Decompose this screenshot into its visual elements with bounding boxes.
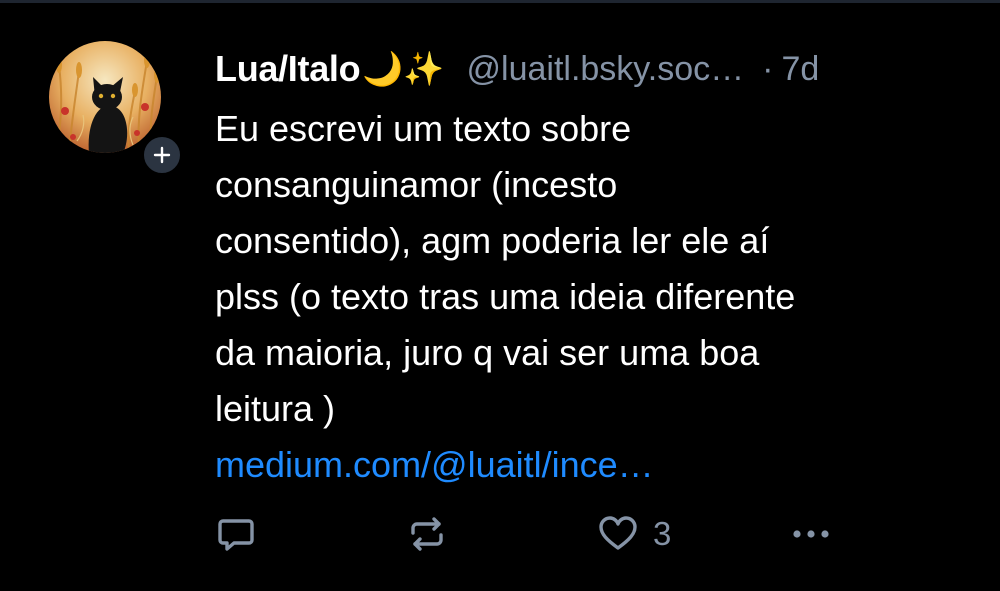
post-body: Lua/Italo 🌙✨ @luaitl.bsky.soc… · 7d Eu e… [215,44,975,493]
post-actions: 3 [215,510,845,558]
more-dots-icon [793,530,829,538]
reply-button[interactable] [215,510,257,558]
avatar[interactable] [49,41,161,153]
author-name-emoji: 🌙✨ [362,49,445,87]
time-separator: · [762,49,774,88]
plus-icon [153,146,171,164]
post-text-line: plss (o texto tras uma ideia diferente [215,276,796,317]
post-text-line: consentido), agm poderia ler ele aí [215,220,770,261]
post-text-line: consanguinamor (incesto [215,164,618,205]
post-link[interactable]: medium.com/@luaitl/ince… [215,437,960,493]
author-display-name[interactable]: Lua/Italo [215,48,361,90]
avatar-black-cat-in-wheat-field-icon [49,41,161,153]
post-timestamp[interactable]: 7d [781,50,819,89]
post-header: Lua/Italo 🌙✨ @luaitl.bsky.soc… · 7d [215,44,975,94]
post-text-line: Eu escrevi um texto sobre [215,108,632,149]
post-text-line: da maioria, juro q vai ser uma boa [215,332,760,373]
more-options-button[interactable] [787,510,835,558]
heart-icon [599,516,637,550]
post-text-line: leitura ) [215,388,336,429]
post-text: Eu escrevi um texto sobre consanguinamor… [215,101,960,493]
author-handle[interactable]: @luaitl.bsky.soc… [467,50,745,89]
repost-icon [411,517,443,551]
repost-button[interactable] [405,510,449,558]
post-item[interactable]: Lua/Italo 🌙✨ @luaitl.bsky.soc… · 7d Eu e… [0,0,1000,591]
author-avatar-container[interactable] [49,41,183,176]
reply-bubble-icon [218,519,254,551]
like-button[interactable]: 3 [597,510,671,558]
follow-button[interactable] [141,134,183,176]
like-count: 3 [653,515,672,552]
